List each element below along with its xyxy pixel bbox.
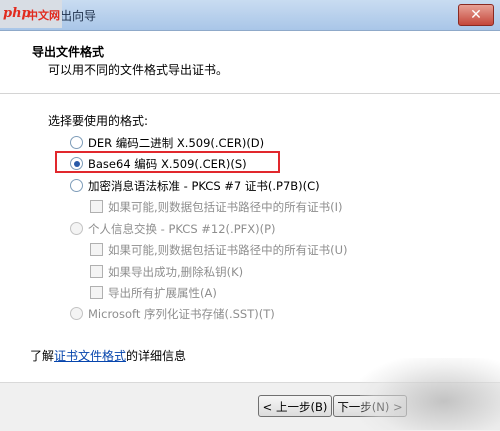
radio-base64-circle[interactable] — [70, 157, 83, 170]
radio-der-circle[interactable] — [70, 136, 83, 149]
learn-more-line: 了解证书文件格式的详细信息 — [30, 347, 186, 364]
wizard-header: 导出文件格式 可以用不同的文件格式导出证书。 — [0, 31, 500, 94]
header-title: 导出文件格式 — [32, 45, 105, 59]
check-delete-private-key-box[interactable] — [90, 265, 103, 278]
check-pkcs7-include-all-label: 如果可能,则数据包括证书路径中的所有证书(I) — [108, 200, 343, 214]
radio-pkcs12-label: 个人信息交换 - PKCS #12(.PFX)(P) — [88, 222, 276, 236]
watermark-logo: php 中文网 — [0, 0, 62, 28]
check-delete-private-key-label: 如果导出成功,删除私钥(K) — [108, 265, 244, 279]
check-pkcs7-include-all[interactable]: 如果可能,则数据包括证书路径中的所有证书(I) — [90, 199, 343, 215]
radio-pkcs7-label: 加密消息语法标准 - PKCS #7 证书(.P7B)(C) — [88, 179, 320, 193]
format-section-label: 选择要使用的格式: — [48, 114, 149, 128]
radio-sst[interactable]: Microsoft 序列化证书存储(.SST)(T) — [70, 306, 275, 322]
radio-der-label: DER 编码二进制 X.509(.CER)(D) — [88, 136, 265, 150]
radio-pkcs12[interactable]: 个人信息交换 - PKCS #12(.PFX)(P) — [70, 221, 276, 237]
check-pkcs12-include-all[interactable]: 如果可能,则数据包括证书路径中的所有证书(U) — [90, 242, 348, 258]
check-pkcs12-include-all-label: 如果可能,则数据包括证书路径中的所有证书(U) — [108, 243, 348, 257]
radio-der[interactable]: DER 编码二进制 X.509(.CER)(D) — [70, 135, 264, 151]
radio-pkcs12-circle[interactable] — [70, 222, 83, 235]
radio-pkcs7-circle[interactable] — [70, 179, 83, 192]
radio-sst-circle[interactable] — [70, 307, 83, 320]
blurred-corner-overlay — [360, 358, 500, 430]
back-button[interactable]: < 上一步(B) — [258, 395, 332, 417]
learn-more-suffix: 的详细信息 — [126, 349, 187, 363]
check-export-extended-properties-label: 导出所有扩展属性(A) — [108, 286, 217, 300]
cert-format-link[interactable]: 证书文件格式 — [54, 349, 126, 363]
check-export-extended-properties-box[interactable] — [90, 286, 103, 299]
check-pkcs12-include-all-box[interactable] — [90, 243, 103, 256]
radio-base64[interactable]: Base64 编码 X.509(.CER)(S) — [70, 156, 247, 172]
learn-more-prefix: 了解 — [30, 349, 55, 363]
radio-pkcs7[interactable]: 加密消息语法标准 - PKCS #7 证书(.P7B)(C) — [70, 178, 320, 194]
radio-sst-label: Microsoft 序列化证书存储(.SST)(T) — [88, 307, 275, 321]
check-export-extended-properties[interactable]: 导出所有扩展属性(A) — [90, 285, 217, 301]
check-pkcs7-include-all-box[interactable] — [90, 200, 103, 213]
check-delete-private-key[interactable]: 如果导出成功,删除私钥(K) — [90, 264, 243, 280]
title-bar: 证书导出向导 ✕ — [0, 0, 500, 31]
radio-base64-label: Base64 编码 X.509(.CER)(S) — [88, 157, 247, 171]
close-button[interactable]: ✕ — [458, 4, 494, 26]
header-subtitle: 可以用不同的文件格式导出证书。 — [48, 63, 229, 77]
watermark-cn: 中文网 — [27, 9, 60, 22]
